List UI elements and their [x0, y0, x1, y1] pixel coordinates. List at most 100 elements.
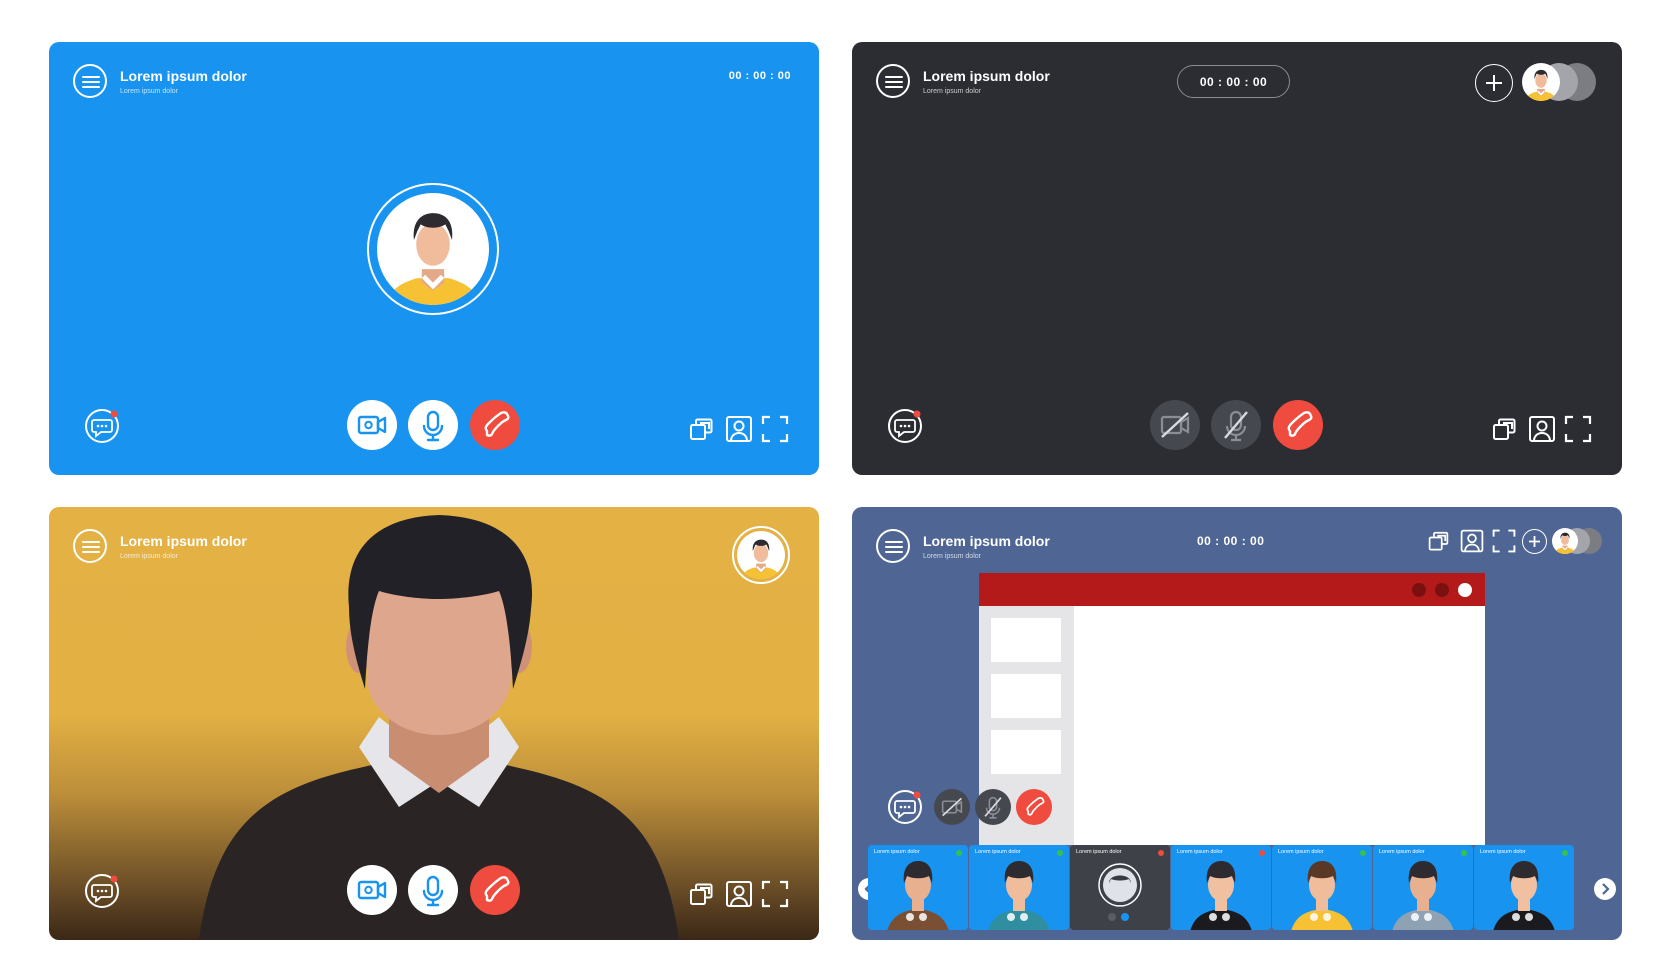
participant-tile[interactable]: Lorem ipsum dolor — [969, 845, 1069, 930]
end-call-button[interactable] — [1016, 789, 1052, 825]
microphone-off-button[interactable] — [1211, 400, 1261, 450]
menu-icon — [82, 539, 100, 555]
participant-body — [1291, 909, 1353, 930]
microphone-button[interactable] — [408, 400, 458, 450]
caller-avatar — [367, 183, 499, 315]
camera-icon — [347, 400, 397, 450]
menu-button[interactable] — [876, 64, 910, 98]
participant-tile[interactable]: Lorem ipsum dolor — [1171, 845, 1271, 930]
contact-icon[interactable] — [1459, 528, 1485, 554]
participant-video — [1190, 861, 1252, 930]
video-call-panel-fullscreen: Lorem ipsum dolor Lorem ipsum dolor — [49, 507, 819, 940]
add-icon — [1528, 535, 1540, 547]
timer-pill: 00 : 00 : 00 — [1177, 65, 1290, 98]
self-view-avatar[interactable] — [732, 526, 790, 584]
fullscreen-icon[interactable] — [760, 879, 790, 909]
end-call-icon — [1273, 400, 1323, 450]
participant-video — [1392, 861, 1454, 930]
chat-icon[interactable] — [887, 408, 923, 444]
scroll-right-button[interactable] — [1594, 878, 1616, 900]
participant-body — [1392, 909, 1454, 930]
window-dot — [1435, 583, 1449, 597]
menu-button[interactable] — [73, 529, 107, 563]
participant-face — [1103, 868, 1137, 902]
participant-video — [988, 861, 1050, 930]
mic-indicator-icon — [1411, 913, 1419, 921]
mic-indicator-icon — [1512, 913, 1520, 921]
participant-tile[interactable]: Lorem ipsum dolor — [1272, 845, 1372, 930]
mic-indicator-icon — [1209, 913, 1217, 921]
fullscreen-icon[interactable] — [1563, 414, 1593, 444]
video-call-panel-screenshare: Lorem ipsum dolor Lorem ipsum dolor 00 :… — [852, 507, 1622, 940]
window-dot[interactable] — [1458, 583, 1472, 597]
chat-icon[interactable] — [84, 873, 120, 909]
menu-button[interactable] — [876, 529, 910, 563]
contact-icon[interactable] — [1527, 414, 1557, 444]
cam-indicator-icon — [1222, 913, 1230, 921]
end-call-button[interactable] — [1273, 400, 1323, 450]
call-subtitle: Lorem ipsum dolor — [923, 88, 981, 95]
sidebar-block — [991, 618, 1061, 662]
chevron-right-icon — [1602, 883, 1610, 895]
chat-icon[interactable] — [887, 789, 923, 825]
fullscreen-icon[interactable] — [1491, 528, 1517, 554]
camera-button[interactable] — [347, 865, 397, 915]
switch-window-icon[interactable] — [688, 414, 718, 444]
call-timer: 00 : 00 : 00 — [728, 70, 791, 82]
call-title: Lorem ipsum dolor — [923, 68, 1050, 84]
end-call-button[interactable] — [470, 400, 520, 450]
call-subtitle: Lorem ipsum dolor — [923, 553, 981, 560]
chat-icon[interactable] — [84, 408, 120, 444]
switch-window-icon[interactable] — [1427, 528, 1453, 554]
switch-window-icon[interactable] — [1491, 414, 1521, 444]
participant-body — [1190, 909, 1252, 930]
participant-stack — [1522, 63, 1602, 101]
fullscreen-icon[interactable] — [760, 414, 790, 444]
call-timer: 00 : 00 : 00 — [1197, 534, 1265, 548]
participant-avatar — [1522, 63, 1560, 101]
add-participant-button[interactable] — [1475, 64, 1513, 102]
participant-video — [887, 861, 949, 930]
participant-video — [1291, 861, 1353, 930]
end-call-icon — [470, 400, 520, 450]
camera-button[interactable] — [347, 400, 397, 450]
contact-icon[interactable] — [724, 414, 754, 444]
cam-indicator-icon — [1323, 913, 1331, 921]
shared-window-titlebar — [979, 573, 1485, 606]
mic-indicator-icon — [1108, 913, 1116, 921]
microphone-icon — [408, 400, 458, 450]
cam-indicator-icon — [1424, 913, 1432, 921]
camera-off-button[interactable] — [934, 789, 970, 825]
participant-tile[interactable]: Lorem ipsum dolor — [868, 845, 968, 930]
participant-tile[interactable]: Lorem ipsum dolor — [1070, 845, 1170, 930]
cam-indicator-icon — [1121, 913, 1129, 921]
call-title: Lorem ipsum dolor — [120, 533, 247, 549]
shared-screen-window — [979, 573, 1485, 845]
avatar-image — [737, 531, 785, 579]
video-call-panel-blue: Lorem ipsum dolor Lorem ipsum dolor 00 :… — [49, 42, 819, 475]
participant-tile[interactable]: Lorem ipsum dolor — [1474, 845, 1574, 930]
microphone-off-button[interactable] — [975, 789, 1011, 825]
switch-window-icon[interactable] — [688, 879, 718, 909]
microphone-icon — [408, 865, 458, 915]
cam-indicator-icon — [919, 913, 927, 921]
participant-tile[interactable]: Lorem ipsum dolor — [1373, 845, 1473, 930]
camera-icon — [347, 865, 397, 915]
call-title: Lorem ipsum dolor — [923, 533, 1050, 549]
cam-indicator-icon — [1020, 913, 1028, 921]
mic-indicator-icon — [906, 913, 914, 921]
camera-off-button[interactable] — [1150, 400, 1200, 450]
end-call-button[interactable] — [470, 865, 520, 915]
add-participant-button[interactable] — [1522, 529, 1547, 554]
participant-stack — [1552, 528, 1612, 554]
window-dot — [1412, 583, 1426, 597]
call-title: Lorem ipsum dolor — [120, 68, 247, 84]
call-timer: 00 : 00 : 00 — [1199, 75, 1268, 89]
sidebar-block — [991, 730, 1061, 774]
menu-icon — [885, 539, 903, 555]
avatar-image — [377, 193, 489, 305]
contact-icon[interactable] — [724, 879, 754, 909]
menu-button[interactable] — [73, 64, 107, 98]
microphone-button[interactable] — [408, 865, 458, 915]
call-subtitle: Lorem ipsum dolor — [120, 88, 178, 95]
